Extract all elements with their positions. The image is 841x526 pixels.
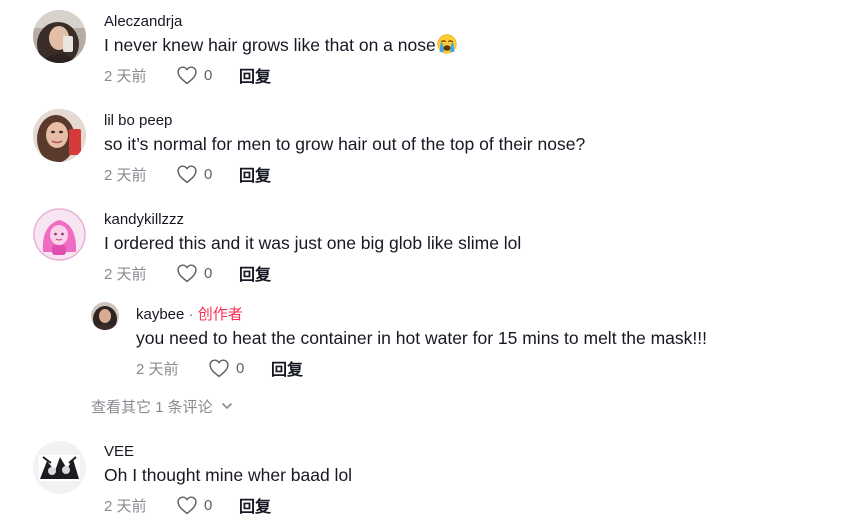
avatar[interactable]: [33, 208, 86, 261]
reply-button[interactable]: 回复: [239, 261, 271, 285]
comment-timestamp: 2 天前: [104, 166, 147, 184]
reply-button[interactable]: 回复: [271, 356, 303, 380]
comment-username[interactable]: VEE: [104, 443, 134, 461]
reply-button[interactable]: 回复: [239, 162, 271, 186]
comment-meta: 2 天前 0 回复: [136, 357, 303, 379]
creator-badge: 创作者: [197, 306, 243, 323]
heart-outline-icon[interactable]: [176, 65, 198, 85]
comment-username[interactable]: kaybee: [136, 306, 184, 323]
like-count: 0: [236, 359, 245, 377]
comment-text: so it’s normal for men to grow hair out …: [104, 134, 586, 154]
view-more-replies-button[interactable]: 查看其它 1 条评论: [91, 396, 234, 416]
avatar[interactable]: [91, 302, 119, 330]
avatar[interactable]: [33, 441, 86, 494]
avatar-image: [33, 109, 86, 162]
comment-text-content: I never knew hair grows like that on a n…: [104, 35, 436, 55]
heart-outline-icon[interactable]: [176, 263, 198, 283]
comment-username[interactable]: Aleczandrja: [104, 13, 182, 31]
heart-outline-icon[interactable]: [176, 495, 198, 515]
comment-meta: 2 天前 0 回复: [104, 494, 271, 516]
comment-meta: 2 天前 0 回复: [104, 262, 271, 284]
comment-username[interactable]: lil bo peep: [104, 112, 172, 130]
avatar[interactable]: [33, 10, 86, 63]
like-button[interactable]: 0: [176, 495, 239, 515]
username-separator: ·: [188, 306, 194, 323]
chevron-down-icon: [221, 403, 232, 409]
comment-text: you need to heat the container in hot wa…: [136, 328, 708, 348]
avatar-image: [33, 441, 86, 494]
comment-meta: 2 天前 0 回复: [104, 163, 271, 185]
comment-timestamp: 2 天前: [104, 265, 147, 283]
comment-timestamp: 2 天前: [104, 497, 147, 515]
like-button[interactable]: 0: [176, 65, 239, 85]
reply-button[interactable]: 回复: [239, 493, 271, 517]
like-count: 0: [204, 66, 213, 84]
comment-username[interactable]: kandykillzzz: [104, 211, 184, 229]
like-button[interactable]: 0: [176, 263, 239, 283]
comment-text: Oh I thought mine wher baad lol: [104, 465, 353, 485]
reply-username-line: kaybee · 创作者: [136, 306, 243, 324]
like-count: 0: [204, 496, 213, 514]
like-count: 0: [204, 264, 213, 282]
avatar-image: [91, 302, 119, 330]
like-button[interactable]: 0: [176, 164, 239, 184]
avatar[interactable]: [33, 109, 86, 162]
reply-button[interactable]: 回复: [239, 63, 271, 87]
avatar-image: [33, 208, 86, 261]
comment-text: I never knew hair grows like that on a n…: [104, 34, 457, 56]
heart-outline-icon[interactable]: [176, 164, 198, 184]
comment-text: I ordered this and it was just one big g…: [104, 233, 522, 253]
comment-timestamp: 2 天前: [136, 360, 179, 378]
comment-timestamp: 2 天前: [104, 67, 147, 85]
like-button[interactable]: 0: [208, 358, 271, 378]
comment-meta: 2 天前 0 回复: [104, 64, 271, 86]
crying-face-emoji-icon: [437, 34, 457, 54]
heart-outline-icon[interactable]: [208, 358, 230, 378]
avatar-image: [33, 10, 86, 63]
view-more-label: 查看其它 1 条评论: [91, 398, 213, 416]
like-count: 0: [204, 165, 213, 183]
